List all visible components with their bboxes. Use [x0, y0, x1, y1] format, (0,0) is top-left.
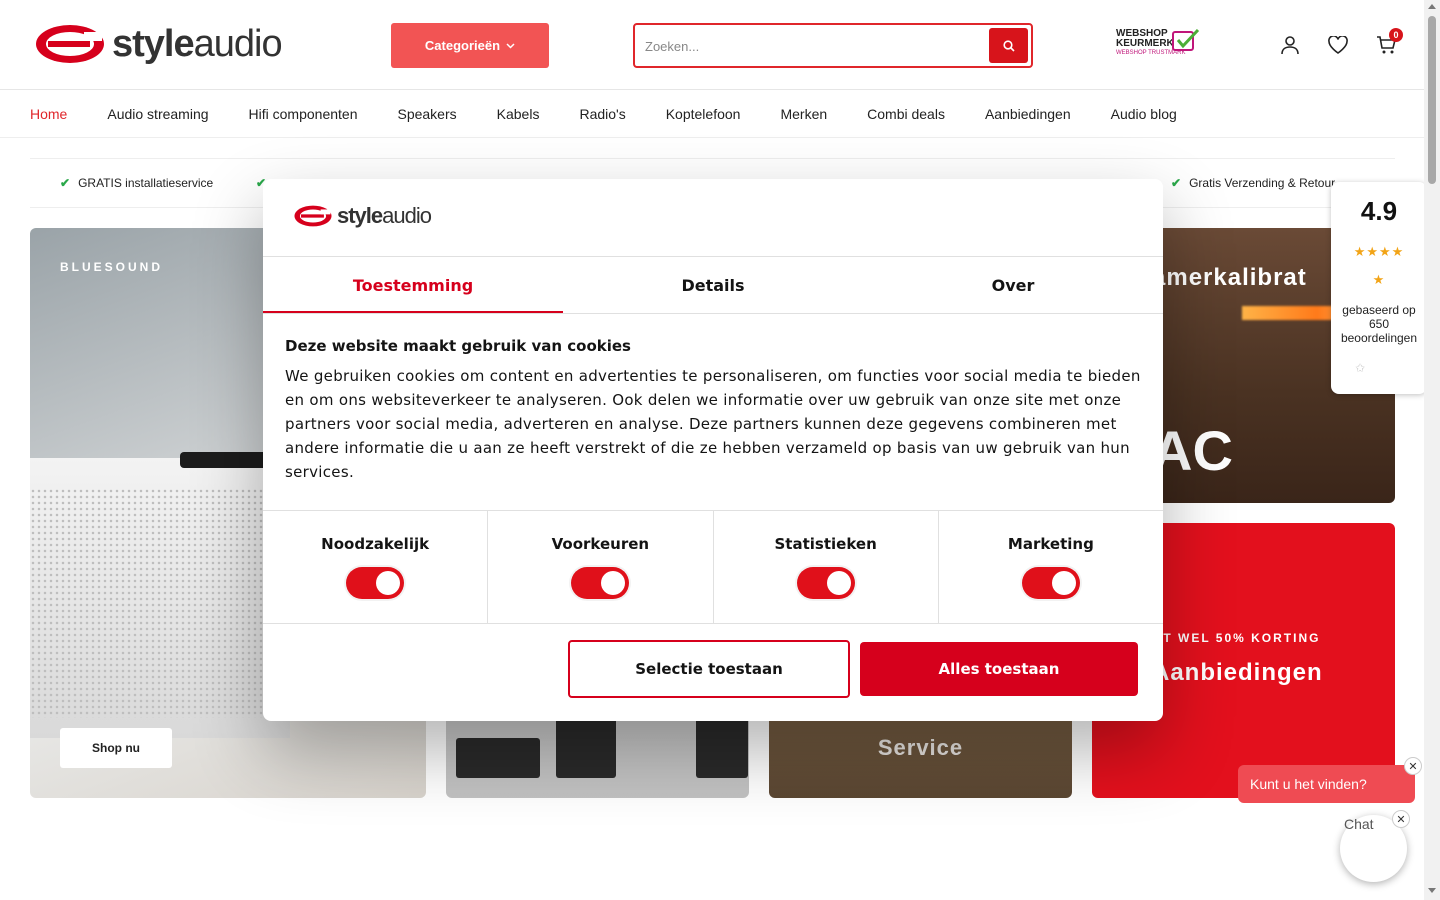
- toggle-label: Voorkeuren: [551, 535, 650, 553]
- toggle-cell-noodzakelijk: Noodzakelijk: [263, 511, 489, 623]
- shop-now-button[interactable]: Shop nu: [60, 728, 172, 768]
- usp-item-label: Gratis Verzending & Retour: [1189, 176, 1336, 190]
- usp-item: ✔ GRATIS installatieservice: [60, 176, 213, 190]
- logo-mark-icon: [36, 25, 104, 63]
- modal-logo: styleaudio: [293, 203, 432, 229]
- cart-button[interactable]: 0: [1375, 28, 1403, 56]
- close-icon[interactable]: ✕: [1404, 757, 1422, 775]
- review-provider-icon: ✩: [1355, 361, 1366, 375]
- toggle-cell-voorkeuren: Voorkeuren: [488, 511, 714, 623]
- nav-item-combi-deals[interactable]: Combi deals: [867, 106, 945, 122]
- divider: [263, 313, 1163, 314]
- search-button[interactable]: [989, 28, 1028, 63]
- usp-item-label: GRATIS installatieservice: [78, 176, 214, 190]
- scroll-down-icon[interactable]: [1428, 888, 1436, 893]
- rating-widget[interactable]: 4.9 ★★★★ ★ gebaseerd op 650 beoordelinge…: [1331, 182, 1427, 394]
- site-logo[interactable]: styleaudio: [34, 22, 283, 66]
- scrollbar-thumb[interactable]: [1428, 16, 1436, 184]
- toggle-marketing[interactable]: [1021, 567, 1080, 599]
- page-scrollbar[interactable]: [1424, 0, 1440, 900]
- chat-prompt-text: Kunt u het vinden?: [1250, 776, 1367, 792]
- search-icon: [1002, 39, 1015, 52]
- search-box: [633, 23, 1033, 68]
- cart-count-badge: 0: [1389, 28, 1403, 42]
- toggle-cell-marketing: Marketing: [939, 511, 1163, 623]
- toggle-label: Marketing: [1007, 535, 1094, 553]
- user-icon: [1281, 36, 1299, 55]
- chat-image-alt: Chat: [1344, 816, 1374, 832]
- cookie-tabs: Toestemming Details Over: [263, 257, 1163, 314]
- speaker-image: [30, 458, 290, 738]
- toggle-noodzakelijk[interactable]: [346, 567, 405, 599]
- rating-score: 4.9: [1360, 196, 1398, 226]
- deals-title: Aanbiedingen: [1152, 659, 1323, 686]
- nav-item-audio-streaming[interactable]: Audio streaming: [107, 106, 208, 122]
- service-tile-label: Service: [877, 735, 964, 760]
- chat-prompt-bubble[interactable]: Kunt u het vinden?: [1238, 765, 1415, 803]
- check-icon: ✔: [60, 176, 71, 190]
- rating-based-on: gebaseerd op 650 beoordelingen: [1340, 303, 1418, 345]
- nav-item-home[interactable]: Home: [30, 106, 67, 122]
- allow-selection-button[interactable]: Selectie toestaan: [568, 640, 850, 698]
- main-nav: Home Audio streaming Hifi componenten Sp…: [0, 91, 1424, 138]
- nav-item-radios[interactable]: Radio's: [579, 106, 625, 122]
- nav-item-koptelefoon[interactable]: Koptelefoon: [666, 106, 741, 122]
- cookie-body: Deze website maakt gebruik van cookies W…: [285, 337, 1145, 484]
- nav-item-kabels[interactable]: Kabels: [497, 106, 540, 122]
- usp-item: ✔ Gratis Verzending & Retour: [1171, 176, 1335, 190]
- search-input[interactable]: [645, 33, 985, 59]
- toggle-voorkeuren[interactable]: [571, 567, 630, 599]
- modal-logo-text: styleaudio: [337, 203, 432, 228]
- nav-item-aanbiedingen[interactable]: Aanbiedingen: [985, 106, 1071, 122]
- toggle-statistieken[interactable]: [796, 567, 855, 599]
- keurmerk-check-icon: [1172, 29, 1200, 51]
- hero-brand-label: BLUESOUND: [60, 260, 164, 274]
- toggle-cell-statistieken: Statistieken: [714, 511, 939, 623]
- cookie-consent-dialog: styleaudio Toestemming Details Over Deze…: [263, 179, 1163, 721]
- heart-icon: [1328, 36, 1348, 54]
- kalibratie-big-text: AC: [1152, 419, 1233, 482]
- nav-item-hifi-componenten[interactable]: Hifi componenten: [249, 106, 358, 122]
- nav-item-audio-blog[interactable]: Audio blog: [1111, 106, 1177, 122]
- tab-details[interactable]: Details: [563, 257, 863, 313]
- kalibratie-title: amerkalibrat: [1152, 264, 1307, 291]
- tab-over[interactable]: Over: [863, 257, 1163, 313]
- categories-button[interactable]: Categorieën: [391, 23, 549, 68]
- deals-kicker: OT WEL 50% KORTING: [1152, 631, 1321, 645]
- speaker-image: [456, 738, 540, 778]
- close-icon[interactable]: ✕: [1392, 810, 1410, 828]
- toggle-label: Noodzakelijk: [321, 535, 430, 553]
- cookie-toggles: Noodzakelijk Voorkeuren Statistieken Mar…: [263, 510, 1163, 624]
- rating-stars: ★★★★: [1353, 245, 1405, 260]
- webshop-keurmerk-badge[interactable]: WEBSHOP KEURMERK WEBSHOP TRUSTMARK: [1116, 29, 1200, 63]
- tab-toestemming[interactable]: Toestemming: [263, 257, 563, 314]
- logo-mark-icon: [294, 205, 332, 227]
- site-header: styleaudio Categorieën WEBSHOP KEURMERK …: [0, 0, 1424, 90]
- check-icon: ✔: [1171, 176, 1182, 190]
- rating-half-star: ★: [1372, 273, 1386, 288]
- categories-label: Categorieën: [424, 38, 501, 53]
- nav-item-speakers[interactable]: Speakers: [397, 106, 456, 122]
- chevron-down-icon: [506, 42, 515, 49]
- scroll-up-icon[interactable]: [1428, 4, 1436, 9]
- wishlist-button[interactable]: [1327, 34, 1349, 56]
- cookie-description: We gebruiken cookies om content en adver…: [285, 367, 1141, 481]
- cookie-title: Deze website maakt gebruik van cookies: [285, 337, 631, 355]
- toggle-label: Statistieken: [774, 535, 877, 553]
- account-button[interactable]: [1279, 34, 1301, 56]
- allow-all-button[interactable]: Alles toestaan: [860, 642, 1138, 696]
- nav-item-merken[interactable]: Merken: [780, 106, 827, 122]
- star-icons: ★★★★ ★: [1331, 239, 1427, 295]
- logo-text: styleaudio: [112, 22, 283, 65]
